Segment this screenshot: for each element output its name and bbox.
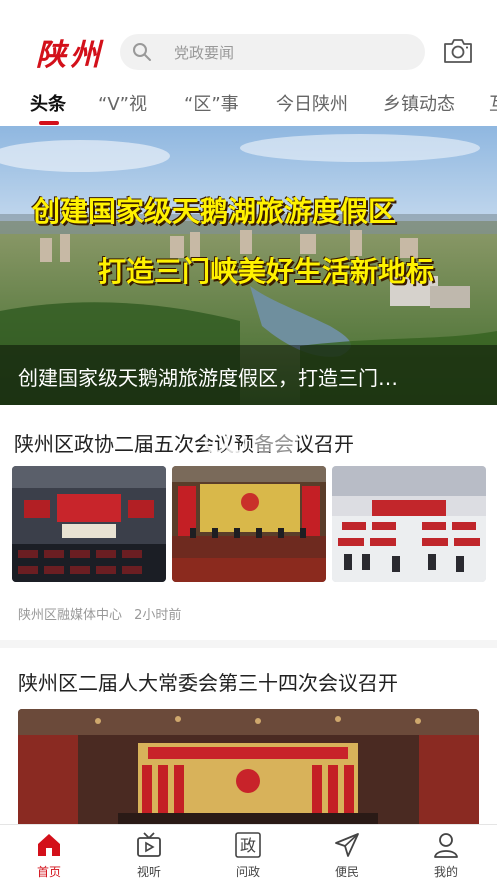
article-thumbnail-3[interactable] (332, 466, 486, 582)
svg-text:政: 政 (240, 836, 256, 855)
nav-services-label: 便民 (334, 865, 359, 879)
bottom-navigation: 首页 视听 政 问政 便民 我的 (0, 824, 497, 883)
tab-today-shanzhou[interactable]: 今日陕州 (276, 90, 348, 116)
banner-headline-line2: 打造三门峡美好生活新地标 (98, 255, 435, 288)
nav-services[interactable]: 便民 (317, 831, 377, 880)
tab-headlines[interactable]: 头条 (30, 90, 66, 116)
article-thumbnail-1[interactable] (12, 466, 166, 582)
app-header: 陕州 党政要闻 (0, 0, 497, 84)
article-source: 陕州区融媒体中心 (18, 608, 123, 623)
zheng-icon: 政 (235, 832, 261, 858)
nav-audio-video[interactable]: 视听 (119, 831, 179, 880)
watermark-logo (204, 430, 298, 454)
banner-headline-line1: 创建国家级天鹅湖旅游度假区 (32, 195, 397, 228)
app-logo: 陕州 (36, 38, 104, 73)
camera-icon[interactable] (442, 37, 474, 65)
nav-profile[interactable]: 我的 (416, 831, 476, 880)
headline-banner[interactable]: 创建国家级天鹅湖旅游度假区 打造三门峡美好生活新地标 创建国家级天鹅湖旅游度假区… (0, 126, 497, 405)
tab-more[interactable]: 互 (489, 90, 497, 116)
tab-township-news[interactable]: 乡镇动态 (383, 90, 455, 116)
search-bar[interactable]: 党政要闻 (120, 34, 425, 70)
article-meta: 陕州区融媒体中心 2小时前 (18, 604, 189, 623)
user-icon (434, 833, 458, 858)
nav-profile-label: 我的 (433, 865, 458, 879)
tv-icon (137, 832, 161, 857)
article-image[interactable] (18, 709, 479, 825)
tab-v-video[interactable]: “V”视 (98, 90, 147, 116)
channel-tabs: 头条 “V”视 “区”事 今日陕州 乡镇动态 互 (0, 84, 497, 126)
nav-home[interactable]: 首页 (19, 831, 79, 880)
active-tab-indicator (39, 121, 59, 125)
tab-district-affairs[interactable]: “区”事 (184, 90, 239, 116)
nav-politics[interactable]: 政 问政 (218, 831, 278, 880)
section-divider (0, 640, 497, 648)
home-icon (38, 834, 60, 856)
article-title[interactable]: 陕州区二届人大常委会第三十四次会议召开 (18, 667, 398, 696)
nav-politics-label: 问政 (235, 865, 260, 879)
search-placeholder: 党政要闻 (174, 43, 235, 62)
search-icon (133, 43, 151, 61)
banner-caption: 创建国家级天鹅湖旅游度假区，打造三门… (18, 366, 398, 390)
send-icon (335, 833, 359, 857)
article-time: 2小时前 (134, 608, 182, 623)
nav-audio-video-label: 视听 (136, 865, 161, 879)
article-thumbnail-2[interactable] (172, 466, 326, 582)
nav-home-label: 首页 (36, 865, 61, 879)
